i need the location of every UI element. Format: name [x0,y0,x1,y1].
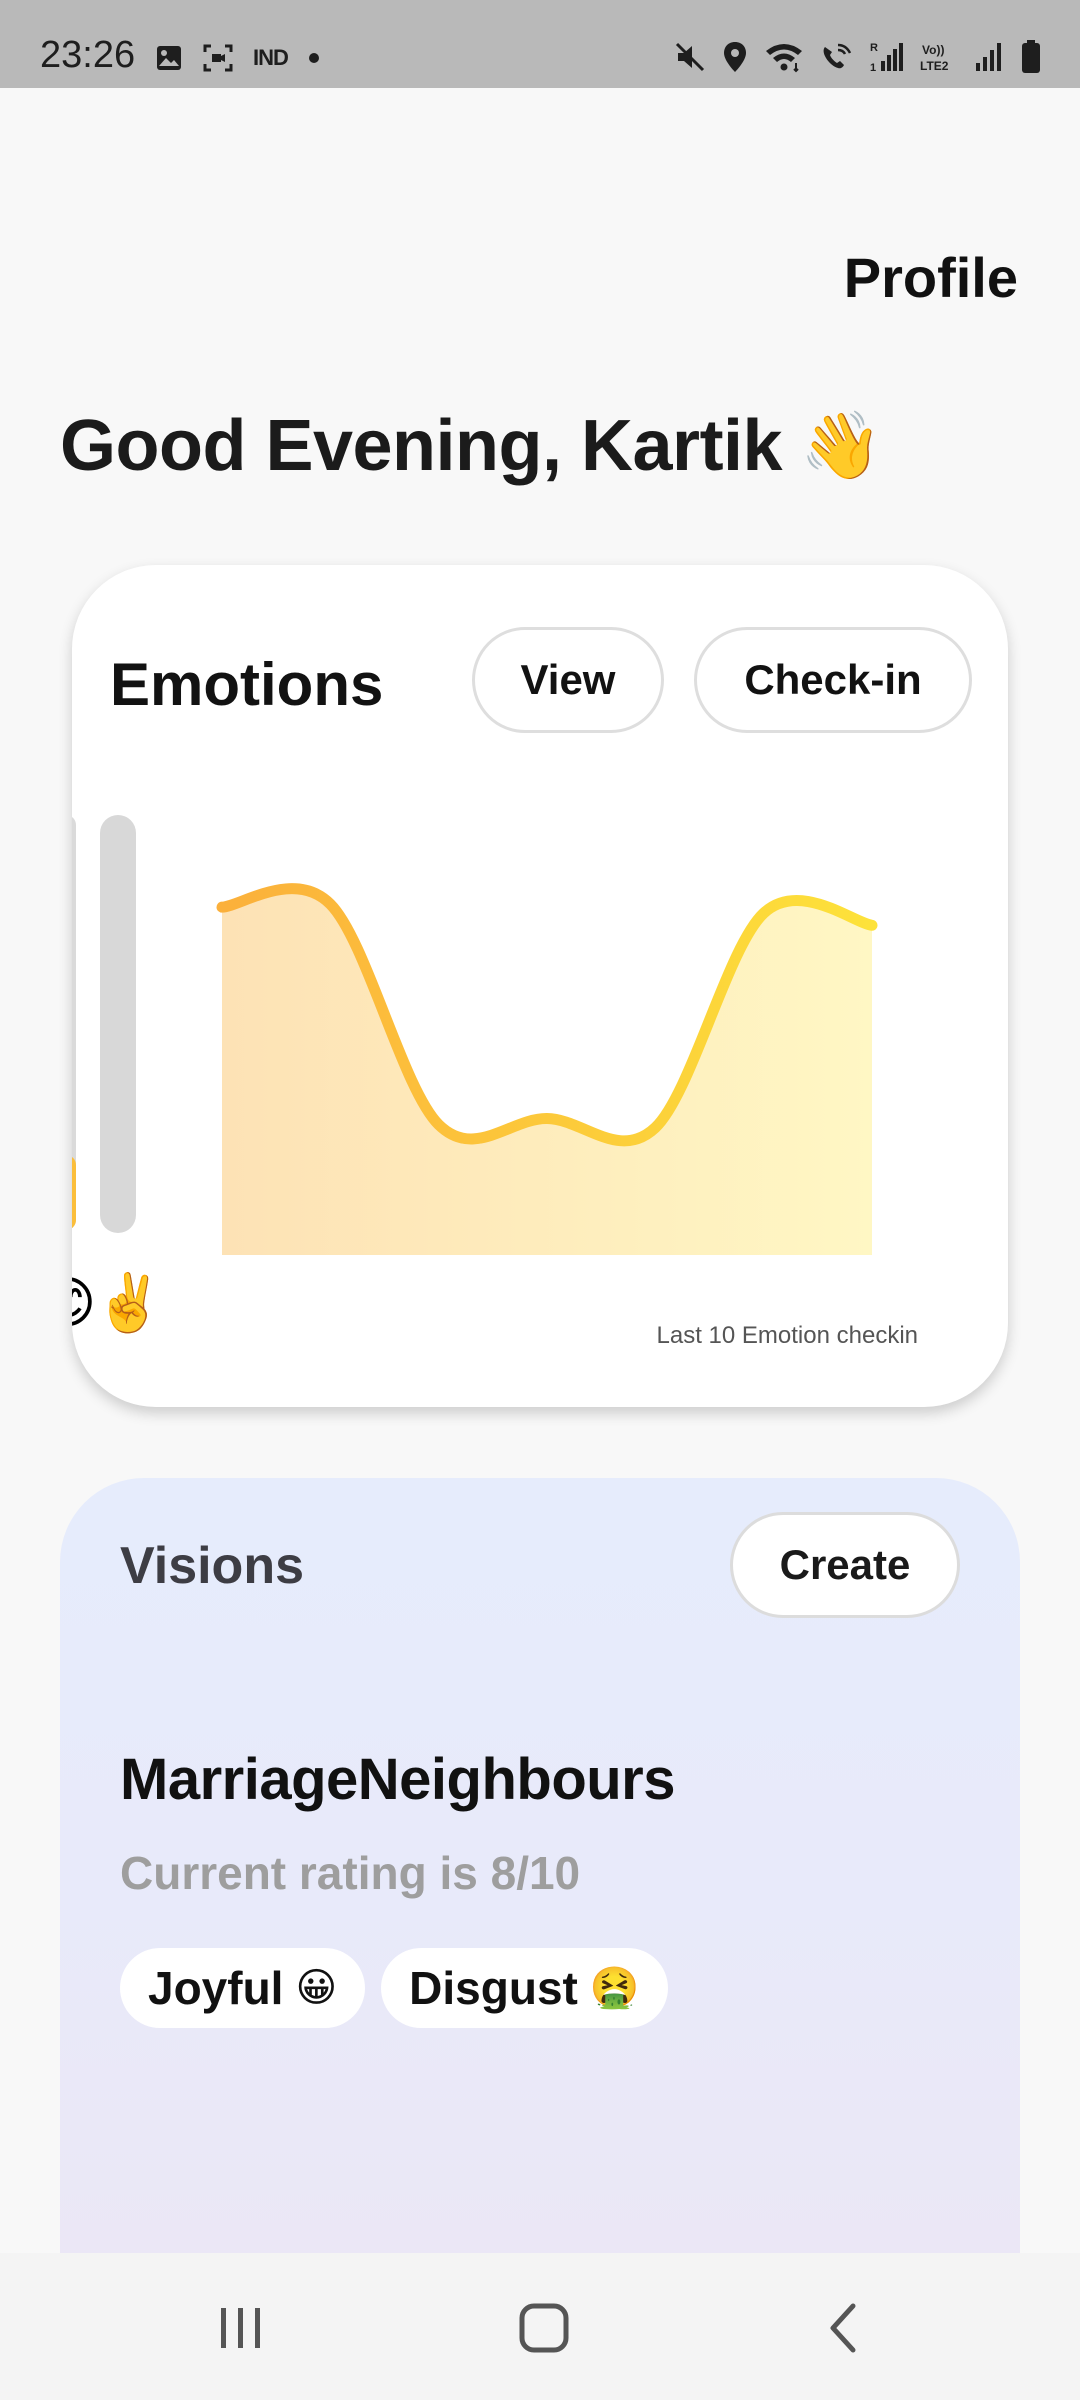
status-left-icons: IND [155,44,320,72]
home-button[interactable] [499,2293,589,2363]
status-time: 23:26 [40,34,136,76]
status-bar: 23:26 IND R 1 Vo)) LTE2 [0,0,1080,88]
home-icon [519,2303,569,2353]
tag-label: Disgust [409,1962,578,2014]
image-icon [155,44,183,72]
tag-joyful: Joyful 😀 [120,1948,366,2028]
emotions-card: Emotions View Check-in 😊 ✌️ Last 10 Emot… [72,565,1008,1407]
svg-text:1: 1 [870,62,876,73]
profile-button[interactable]: Profile [844,245,1018,310]
trend-area [222,888,872,1255]
back-icon [830,2303,856,2353]
wifi-call-icon [820,41,854,73]
emotion-trend-chart [216,883,878,1255]
wifi-icon [764,41,804,73]
vision-rating: Current rating is 8/10 [120,1847,581,1899]
tag-label: Joyful [148,1962,284,2014]
location-icon [722,41,748,73]
screen-record-icon [203,44,233,72]
visions-card: Visions Create MarriageNeighbours Curren… [60,1478,1020,2378]
dot-icon [308,52,320,64]
visions-title: Visions [120,1537,305,1595]
ind-logo-icon: IND [253,45,289,70]
svg-text:LTE2: LTE2 [920,59,949,73]
volte-icon: Vo)) LTE2 [920,41,958,73]
vomiting-face-icon: 🤮 [589,1966,640,2010]
greeting: Good Evening, Kartik 👋 [60,405,882,487]
chart-caption: Last 10 Emotion checkin [656,1322,918,1349]
svg-text:R: R [870,42,878,54]
back-button[interactable] [800,2293,890,2363]
emotion-tags: Joyful 😀 Disgust 🤮 [120,1948,668,2028]
create-button[interactable]: Create [730,1512,960,1618]
battery-icon [1020,40,1042,74]
mute-icon [674,41,706,73]
tag-disgust: Disgust 🤮 [381,1948,668,2028]
screen: 23:26 IND R 1 Vo)) LTE2 Profile Good Eve… [0,0,1080,2400]
svg-text:Vo)): Vo)) [922,43,944,57]
vision-name[interactable]: MarriageNeighbours [120,1746,676,1813]
greeting-text: Good Evening, Kartik [60,406,783,486]
waving-hand-icon: 👋 [800,407,882,484]
recent-apps-icon [221,2308,260,2348]
signal-2-icon [974,41,1004,73]
status-right-icons: R1 Vo)) LTE2 [674,40,1042,74]
navigation-bar [0,2253,1080,2400]
grinning-face-icon: 😀 [295,1966,338,2010]
recent-apps-button[interactable] [196,2293,286,2363]
signal-1-icon: R1 [870,41,904,73]
